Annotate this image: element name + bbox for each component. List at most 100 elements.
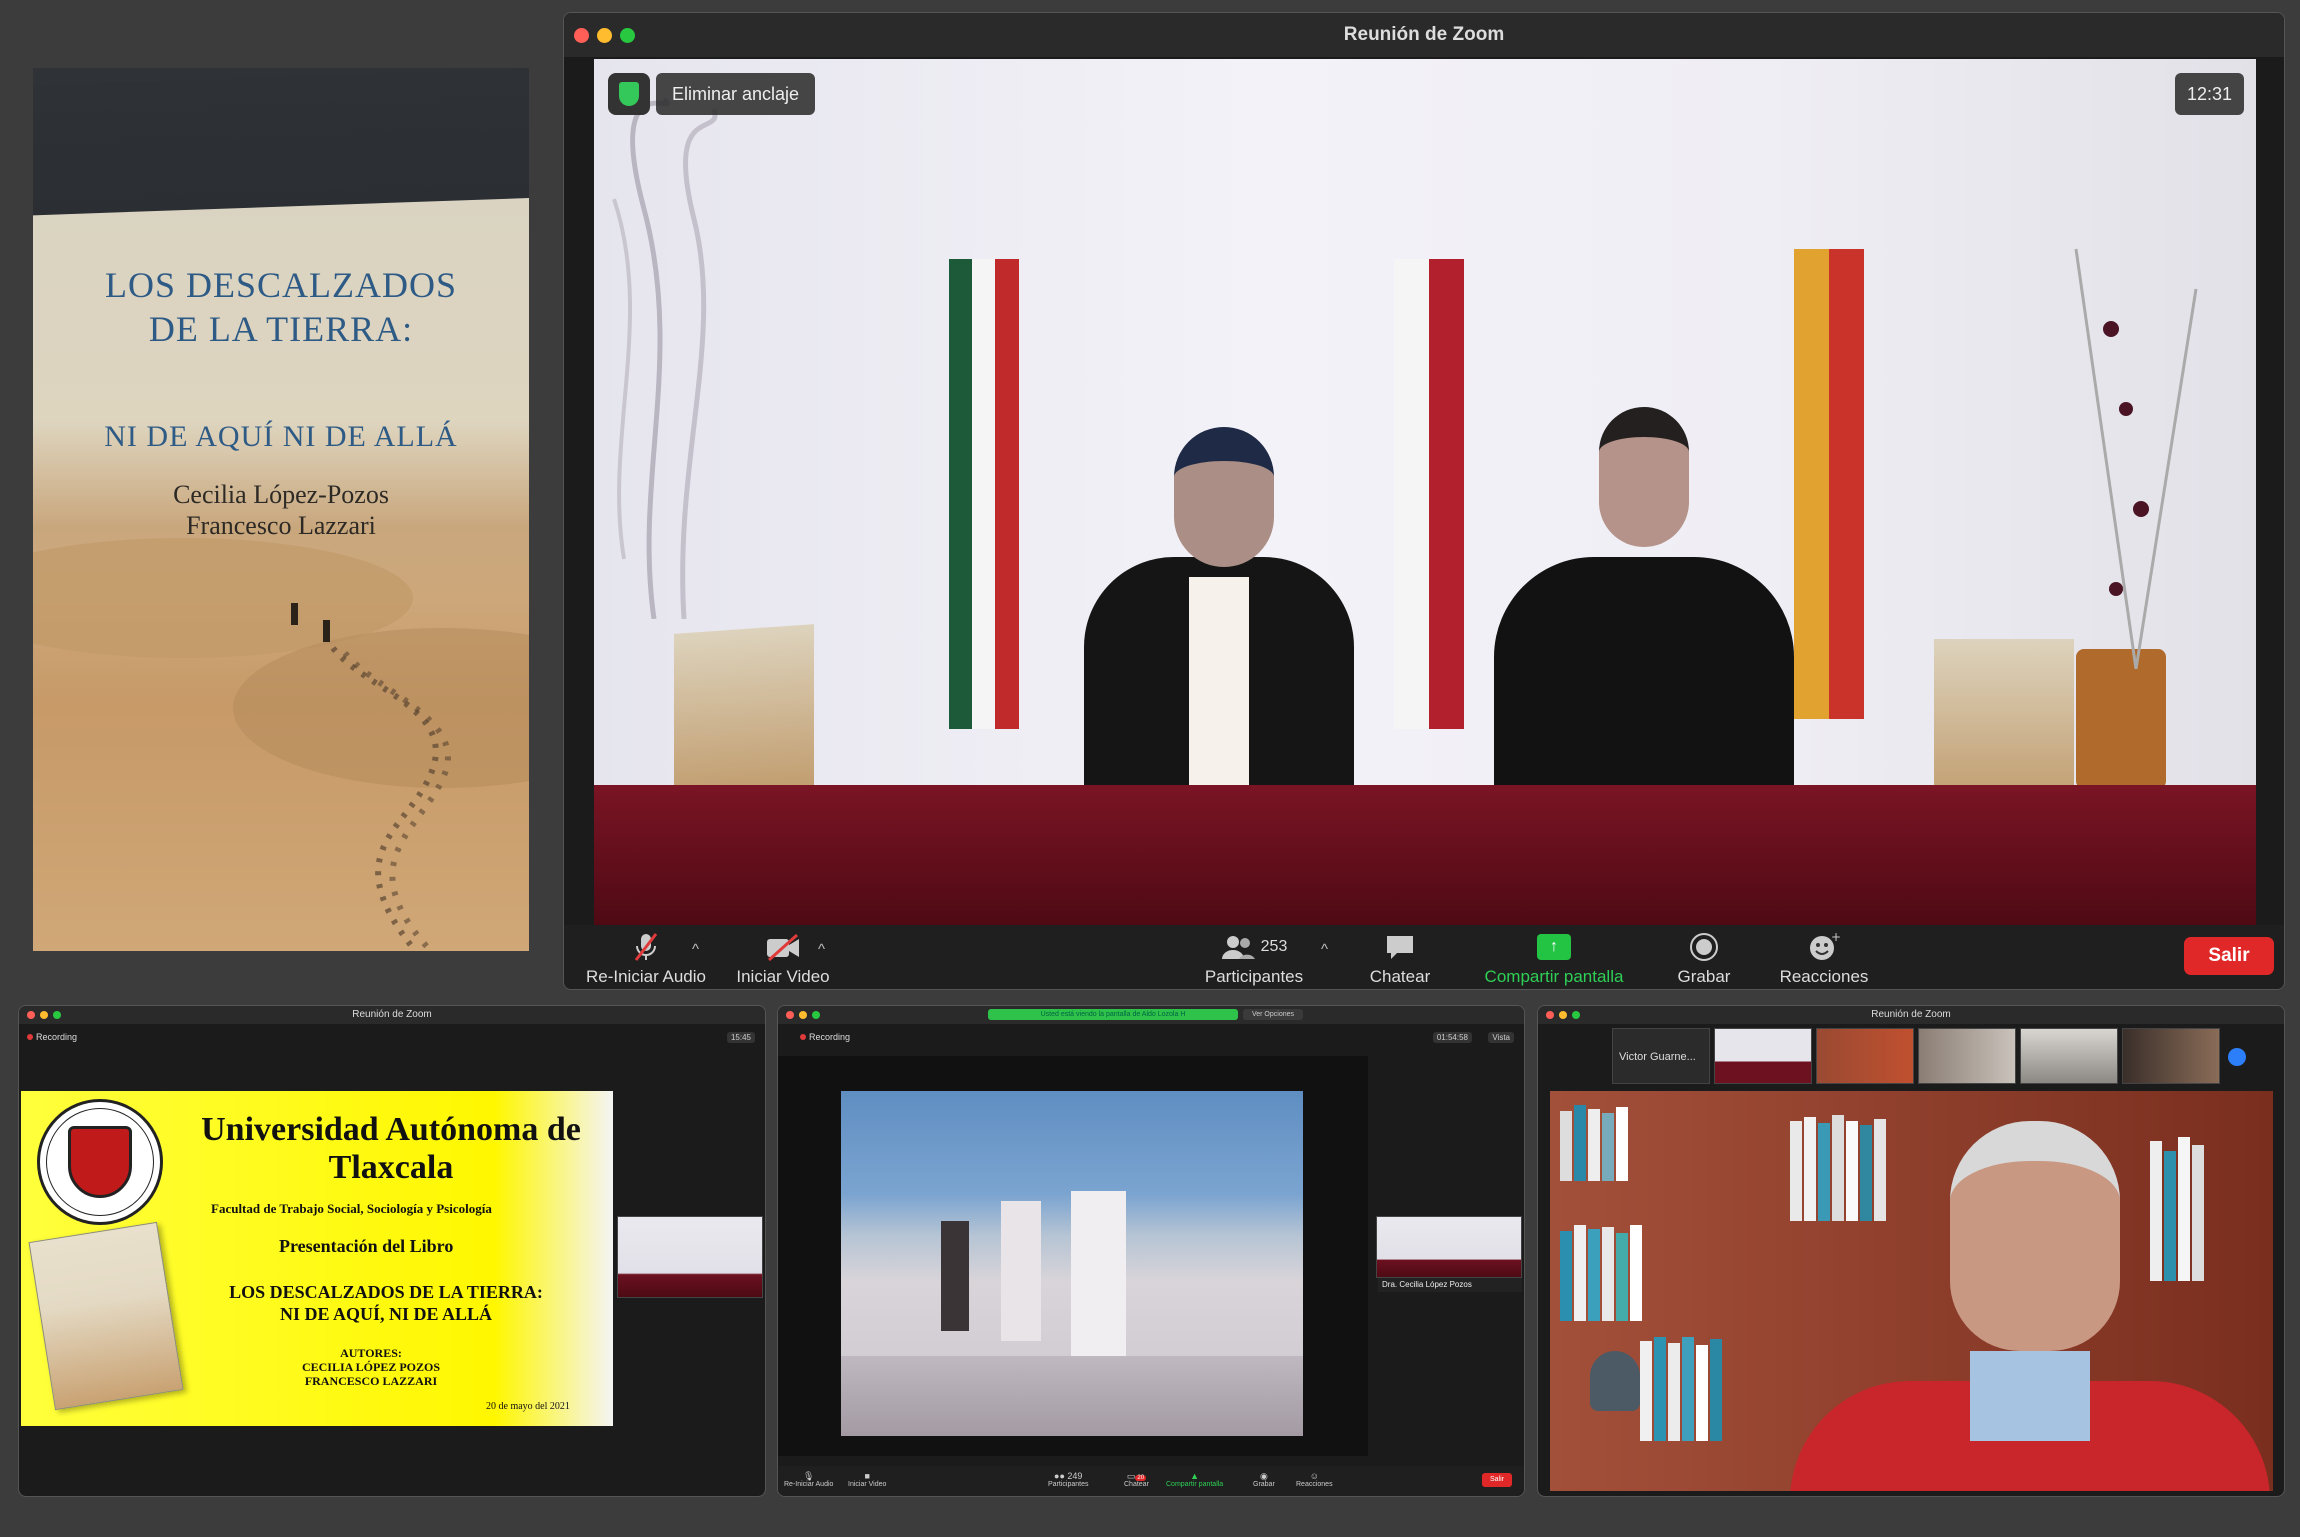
- participant-tile[interactable]: [1918, 1028, 2016, 1084]
- zoom-window-gallery[interactable]: Reunión de Zoom Victor Guarne...: [1537, 1005, 2285, 1497]
- gallery-window-titlebar[interactable]: Reunión de Zoom: [1538, 1006, 2284, 1024]
- speaker-thumbnail[interactable]: [1376, 1216, 1522, 1278]
- participant-tile[interactable]: Victor Guarne...: [1612, 1028, 1710, 1084]
- security-shield-icon[interactable]: [608, 73, 650, 115]
- audio-options-chevron-icon[interactable]: ^: [692, 941, 699, 958]
- books-row: [1640, 1331, 1722, 1441]
- close-window-button[interactable]: [1546, 1011, 1554, 1019]
- muted-mic-icon: 🎙: [802, 1471, 815, 1481]
- university-seal-logo: [37, 1099, 163, 1225]
- window-title: Reunión de Zoom: [1343, 24, 1505, 45]
- record-icon: [1654, 931, 1754, 963]
- record-icon: ◉: [1259, 1471, 1268, 1481]
- video-window-titlebar[interactable]: Usted está viendo la pantalla de Aldo Lo…: [778, 1006, 1524, 1024]
- mini-share-label: Compartir pantalla: [1166, 1481, 1224, 1488]
- mini-leave-button[interactable]: Salir: [1482, 1473, 1512, 1487]
- slide-authors-label: AUTORES:: [340, 1346, 402, 1360]
- participants-icon: 253: [1184, 931, 1324, 963]
- recording-indicator: Recording: [27, 1032, 77, 1042]
- slide-faculty: Facultad de Trabajo Social, Sociología y…: [211, 1201, 492, 1216]
- window-controls: [786, 1011, 820, 1019]
- speaker-video[interactable]: Eliminar anclaje 12:31: [594, 59, 2256, 925]
- mini-audio-label: Re-Iniciar Audio: [784, 1481, 834, 1488]
- flag-university: [1794, 249, 1864, 719]
- presenter-right-head: [1599, 407, 1689, 547]
- record-button[interactable]: Grabar: [1654, 931, 1754, 987]
- unpin-video-button[interactable]: Eliminar anclaje: [656, 73, 816, 115]
- smiley-plus-icon: +: [1764, 931, 1884, 963]
- maximize-window-button[interactable]: [812, 1011, 820, 1019]
- mini-reactions-button[interactable]: ☺ Reacciones: [1296, 1471, 1333, 1488]
- flag-tlaxcala: [1394, 259, 1464, 729]
- close-window-button[interactable]: [786, 1011, 794, 1019]
- mini-video-button[interactable]: ■ Iniciar Video: [848, 1471, 886, 1488]
- meeting-time-badge: 01:54:58: [1432, 1032, 1472, 1043]
- slide-book-title: LOS DESCALZADOS DE LA TIERRA: NI DE AQUÍ…: [196, 1281, 576, 1325]
- close-window-button[interactable]: [27, 1011, 35, 1019]
- books-row: [1560, 1101, 1628, 1181]
- window-controls: [574, 28, 635, 43]
- minimize-window-button[interactable]: [597, 28, 612, 43]
- maximize-window-button[interactable]: [53, 1011, 61, 1019]
- slide-author-1: CECILIA LÓPEZ POZOS: [301, 1360, 441, 1374]
- reactions-button[interactable]: + Reacciones: [1764, 931, 1884, 987]
- speaker-thumbnail[interactable]: [617, 1216, 763, 1298]
- main-titlebar[interactable]: Reunión de Zoom: [564, 13, 2284, 57]
- share-screen-button[interactable]: ↑ Compartir pantalla: [1464, 931, 1644, 987]
- slide-book-title-line2: NI DE AQUÍ, NI DE ALLÁ: [279, 1304, 493, 1324]
- slide-university-name: Universidad Autónoma de Tlaxcala: [201, 1111, 581, 1186]
- video-options-chevron-icon[interactable]: ^: [818, 941, 825, 958]
- mini-record-button[interactable]: ◉ Grabar: [1253, 1471, 1275, 1488]
- participant-tile[interactable]: [2122, 1028, 2220, 1084]
- audio-label: Re-Iniciar Audio: [585, 967, 706, 986]
- view-button[interactable]: Vista: [1488, 1032, 1514, 1043]
- presenter-left-blouse: [1189, 577, 1249, 787]
- maximize-window-button[interactable]: [1572, 1011, 1580, 1019]
- flag-mexico: [949, 259, 1019, 729]
- slide-window-titlebar[interactable]: Reunión de Zoom: [19, 1006, 765, 1024]
- shared-video-frame[interactable]: [841, 1091, 1303, 1436]
- book-on-table-left: [674, 624, 814, 804]
- slide-presentation-heading: Presentación del Libro: [279, 1236, 454, 1256]
- presentation-slide: Universidad Autónoma de Tlaxcala Faculta…: [21, 1091, 613, 1426]
- participant-tile[interactable]: [1714, 1028, 1812, 1084]
- footprints-trail: [330, 646, 451, 950]
- mini-chat-button[interactable]: ▭ 20 Chatear: [1124, 1471, 1149, 1488]
- mini-share-button[interactable]: ▲ Compartir pantalla: [1166, 1471, 1223, 1488]
- seal-shield: [68, 1126, 132, 1198]
- participants-icon: ●● 249: [1054, 1471, 1083, 1481]
- slide-book-title-line1: LOS DESCALZADOS DE LA TIERRA:: [229, 1282, 543, 1302]
- books-row: [1560, 1221, 1642, 1321]
- participant-tile[interactable]: [1816, 1028, 1914, 1084]
- mini-participants-count: 249: [1067, 1471, 1083, 1481]
- minimize-window-button[interactable]: [40, 1011, 48, 1019]
- video-label: Iniciar Video: [736, 967, 830, 986]
- mini-participants-button[interactable]: ●● 249 Participantes: [1048, 1471, 1088, 1488]
- video-button[interactable]: Iniciar Video: [728, 931, 838, 987]
- participants-options-chevron-icon[interactable]: ^: [1321, 941, 1328, 958]
- active-speaker-video[interactable]: [1550, 1091, 2273, 1491]
- speaker-head: [1950, 1121, 2120, 1351]
- presenter-left: [1084, 427, 1354, 787]
- share-screen-icon: ▲: [1190, 1471, 1200, 1481]
- minimize-window-button[interactable]: [1559, 1011, 1567, 1019]
- close-window-button[interactable]: [574, 28, 589, 43]
- audio-button[interactable]: Re-Iniciar Audio: [576, 931, 716, 987]
- next-page-arrow-icon[interactable]: [2228, 1048, 2246, 1066]
- share-label: Compartir pantalla: [1484, 967, 1624, 986]
- vase-flowers: [2074, 248, 2198, 669]
- main-zoom-window[interactable]: Reunión de Zoom Eliminar anclaje 12:31 R…: [563, 12, 2285, 990]
- leave-meeting-button[interactable]: Salir: [2184, 937, 2274, 975]
- meeting-time-badge: 12:31: [2174, 73, 2244, 115]
- participants-button[interactable]: 253 Participantes: [1184, 931, 1324, 987]
- view-options-dropdown[interactable]: Ver Opciones: [1243, 1009, 1303, 1020]
- chat-button[interactable]: Chatear: [1350, 931, 1450, 987]
- participant-tile[interactable]: [2020, 1028, 2118, 1084]
- slide-book-image: [28, 1221, 184, 1411]
- maximize-window-button[interactable]: [620, 28, 635, 43]
- minimize-window-button[interactable]: [799, 1011, 807, 1019]
- zoom-window-slide[interactable]: Reunión de Zoom Recording 15:45 Universi…: [18, 1005, 766, 1497]
- mini-audio-button[interactable]: 🎙 Re-Iniciar Audio: [784, 1471, 833, 1488]
- zoom-window-video-share[interactable]: Usted está viendo la pantalla de Aldo Lo…: [777, 1005, 1525, 1497]
- participant-name: Victor Guarne...: [1619, 1051, 1696, 1063]
